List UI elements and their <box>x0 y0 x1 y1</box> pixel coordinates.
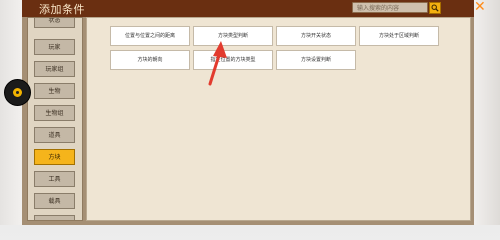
background-left <box>0 0 22 225</box>
option-block-type-at-position[interactable]: 指定位置的方块类型 <box>193 50 273 70</box>
category-player-group[interactable]: 玩家组 <box>34 61 75 77</box>
option-block-switch-state[interactable]: 方块开关状态 <box>276 26 356 46</box>
music-disc-icon[interactable] <box>4 79 31 106</box>
options-panel: 位置与位置之间的距离 方块类型判断 方块开关状态 方块处于区域判断 方块的朝向 … <box>86 17 471 221</box>
background-right <box>474 0 500 225</box>
category-status[interactable]: 状态 <box>34 18 75 28</box>
title-bar: 添加条件 输入搜索的内容 ✕ <box>22 0 486 18</box>
search-input[interactable]: 输入搜索的内容 <box>352 2 428 13</box>
option-block-type-check[interactable]: 方块类型判断 <box>193 26 273 46</box>
disc-hole <box>16 91 19 94</box>
search-button[interactable] <box>429 2 441 14</box>
category-more[interactable] <box>34 215 75 220</box>
close-icon[interactable]: ✕ <box>474 0 486 15</box>
option-block-setting-check[interactable]: 方块设置判断 <box>276 50 356 70</box>
option-block-in-area-check[interactable]: 方块处于区域判断 <box>359 26 439 46</box>
search-icon <box>431 4 439 12</box>
category-creature[interactable]: 生物 <box>34 83 75 99</box>
category-sidebar[interactable]: 状态 玩家 玩家组 生物 生物组 道具 方块 工具 载具 <box>27 17 83 221</box>
window-title: 添加条件 <box>39 3 85 16</box>
category-block[interactable]: 方块 <box>34 149 75 165</box>
category-vehicle[interactable]: 载具 <box>34 193 75 209</box>
category-player[interactable]: 玩家 <box>34 39 75 55</box>
category-tool[interactable]: 工具 <box>34 171 75 187</box>
category-creature-group[interactable]: 生物组 <box>34 105 75 121</box>
category-item[interactable]: 道具 <box>34 127 75 143</box>
option-block-orientation[interactable]: 方块的朝向 <box>110 50 190 70</box>
dialog-frame: 状态 玩家 玩家组 生物 生物组 道具 方块 工具 载具 位置与位置之间的距离 … <box>22 17 474 225</box>
option-distance-between-positions[interactable]: 位置与位置之间的距离 <box>110 26 190 46</box>
